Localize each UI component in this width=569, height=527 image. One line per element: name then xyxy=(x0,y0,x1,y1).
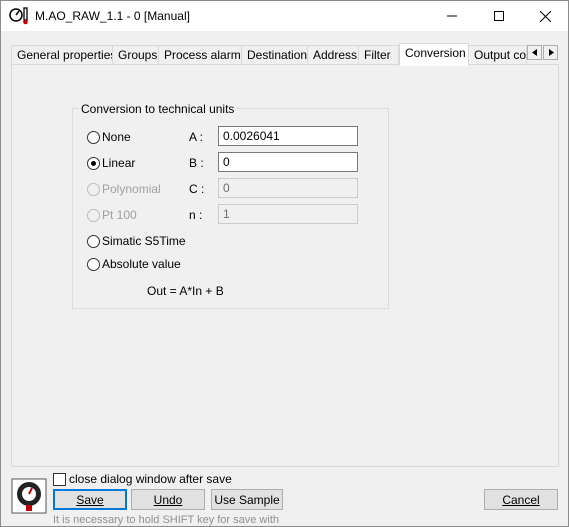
close-button[interactable] xyxy=(522,1,568,31)
save-button-label: Save xyxy=(76,492,104,507)
save-button[interactable]: Save xyxy=(53,489,127,510)
tab-output-conversion[interactable]: Output con xyxy=(468,45,527,65)
option-linear[interactable]: Linear xyxy=(87,155,135,171)
tab-filter[interactable]: Filter xyxy=(358,45,399,65)
use-sample-button[interactable]: Use Sample xyxy=(211,489,283,510)
option-linear-label: Linear xyxy=(102,156,136,170)
close-after-save-option[interactable]: close dialog window after save xyxy=(53,472,232,486)
conversion-formula: Out = A*In + B xyxy=(147,284,224,298)
tab-strip: General properties Groups Process alarms… xyxy=(11,43,559,66)
close-after-save-checkbox[interactable] xyxy=(53,472,66,486)
option-absolute-value-label: Absolute value xyxy=(102,257,181,271)
conversion-groupbox: Conversion to technical units None Linea… xyxy=(72,102,389,309)
radio-pt100 xyxy=(87,208,100,222)
tab-process-alarms[interactable]: Process alarms xyxy=(158,45,242,65)
param-c-input xyxy=(218,178,358,198)
window-title: M.AO_RAW_1.1 - 0 [Manual] xyxy=(35,9,190,23)
radio-none[interactable] xyxy=(87,130,100,144)
param-a-input[interactable] xyxy=(218,126,358,146)
radio-absolute-value[interactable] xyxy=(87,257,100,271)
option-simatic-s5time[interactable]: Simatic S5Time xyxy=(87,233,186,249)
option-simatic-s5time-label: Simatic S5Time xyxy=(102,234,186,248)
radio-polynomial xyxy=(87,182,100,196)
close-after-save-label: close dialog window after save xyxy=(69,472,232,486)
option-none[interactable]: None xyxy=(87,129,131,145)
option-pt100: Pt 100 xyxy=(87,207,137,223)
param-a-label: A : xyxy=(189,130,204,144)
tab-conversion[interactable]: Conversion xyxy=(399,43,469,66)
tab-address[interactable]: Address xyxy=(307,45,359,65)
param-b-input[interactable] xyxy=(218,152,358,172)
cancel-button-label: Cancel xyxy=(502,492,540,507)
undo-button[interactable]: Undo xyxy=(131,489,205,510)
tab-scroll-right-button[interactable] xyxy=(543,45,558,60)
option-absolute-value[interactable]: Absolute value xyxy=(87,256,181,272)
tab-destination[interactable]: Destination xyxy=(241,45,308,65)
option-polynomial: Polynomial xyxy=(87,181,161,197)
tab-scroll-left-button[interactable] xyxy=(527,45,542,60)
save-hint-text: It is necessary to hold SHIFT key for sa… xyxy=(53,514,279,526)
option-pt100-label: Pt 100 xyxy=(102,208,137,222)
param-n-label: n : xyxy=(189,208,203,222)
title-bar: M.AO_RAW_1.1 - 0 [Manual] xyxy=(1,1,568,31)
param-n-input xyxy=(218,204,358,224)
radio-linear[interactable] xyxy=(87,156,100,170)
option-polynomial-label: Polynomial xyxy=(102,182,161,196)
undo-button-label: Undo xyxy=(153,492,183,507)
close-icon xyxy=(539,10,551,22)
maximize-button[interactable] xyxy=(476,1,522,31)
minimize-icon xyxy=(447,15,457,17)
chevron-right-icon xyxy=(548,49,554,56)
radio-simatic-s5time[interactable] xyxy=(87,234,100,248)
group-title: Conversion to technical units xyxy=(79,102,237,116)
option-none-label: None xyxy=(102,130,131,144)
maximize-icon xyxy=(494,11,504,21)
param-b-label: B : xyxy=(189,156,204,170)
dialog-window: M.AO_RAW_1.1 - 0 [Manual] General proper… xyxy=(0,0,569,527)
cancel-button[interactable]: Cancel xyxy=(484,489,558,510)
chevron-left-icon xyxy=(531,49,537,56)
tab-general-properties[interactable]: General properties xyxy=(11,45,113,65)
param-c-label: C : xyxy=(189,182,205,196)
sensor-icon xyxy=(11,478,47,514)
tab-groups[interactable]: Groups xyxy=(112,45,159,65)
minimize-button[interactable] xyxy=(429,1,475,31)
thermometer-gauge-icon xyxy=(9,7,28,25)
use-sample-button-label: Use Sample xyxy=(214,492,280,507)
conversion-panel: Conversion to technical units None Linea… xyxy=(11,64,559,467)
